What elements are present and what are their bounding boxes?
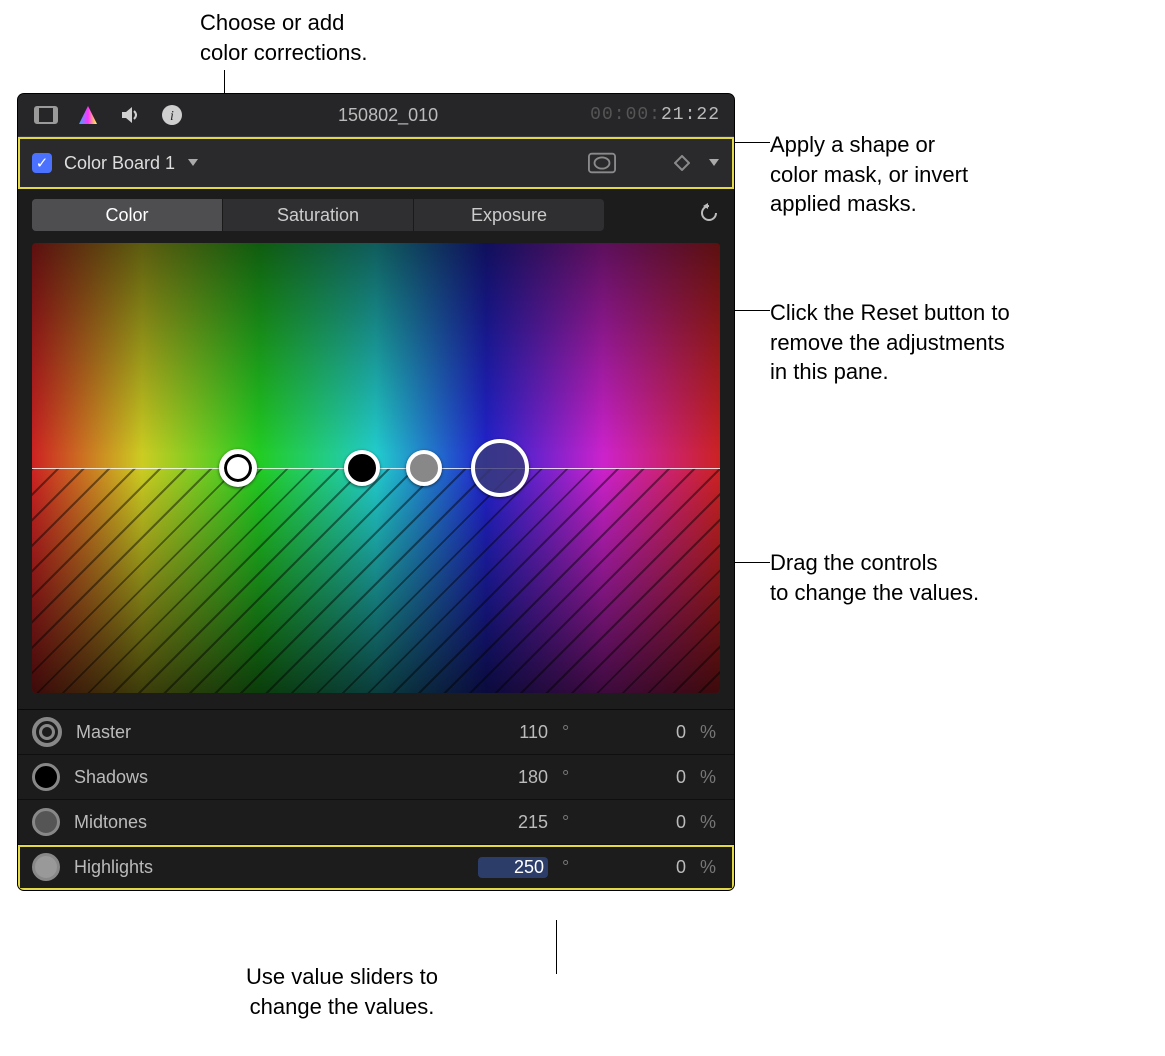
color-board-container <box>18 239 734 709</box>
adjustment-tabs: Color Saturation Exposure <box>32 199 604 231</box>
param-percent-value[interactable]: 0 <box>596 857 686 878</box>
reset-button[interactable] <box>698 202 720 229</box>
color-icon[interactable] <box>74 101 102 129</box>
puck-highlights[interactable] <box>471 439 529 497</box>
degree-unit: ° <box>562 767 582 788</box>
callout-line <box>556 920 557 974</box>
adjustment-tabs-row: Color Saturation Exposure <box>18 189 734 239</box>
correction-name[interactable]: Color Board 1 <box>64 153 175 174</box>
degree-unit: ° <box>562 722 582 743</box>
percent-unit: % <box>700 767 720 788</box>
param-row-master: Master 110 ° 0 % <box>18 710 734 755</box>
param-row-midtones: Midtones 215 ° 0 % <box>18 800 734 845</box>
param-degree-value[interactable]: 180 <box>478 767 548 788</box>
percent-unit: % <box>700 722 720 743</box>
param-label: Highlights <box>74 857 254 878</box>
callout-reset: Click the Reset button to remove the adj… <box>770 298 1010 387</box>
swatch-midtones-icon <box>32 808 60 836</box>
timecode-dim: 00:00: <box>590 105 661 125</box>
param-percent-value[interactable]: 0 <box>596 767 686 788</box>
clip-name: 150802_010 <box>200 105 576 126</box>
puck-midtones[interactable] <box>406 450 442 486</box>
mask-button[interactable] <box>588 149 616 177</box>
param-label: Midtones <box>74 812 254 833</box>
param-degree-value[interactable]: 110 <box>478 722 548 743</box>
checkmark-icon: ✓ <box>36 154 49 172</box>
tab-color[interactable]: Color <box>32 199 223 231</box>
swatch-highlights-icon <box>32 853 60 881</box>
param-label: Shadows <box>74 767 254 788</box>
chevron-down-icon[interactable] <box>187 156 199 170</box>
callout-pucks: Drag the controls to change the values. <box>770 548 979 607</box>
swatch-master-icon <box>32 717 62 747</box>
timecode: 00:00:21:22 <box>590 105 720 125</box>
color-board[interactable] <box>32 243 720 693</box>
tab-exposure[interactable]: Exposure <box>414 199 604 231</box>
correction-selector-row: ✓ Color Board 1 <box>18 137 734 189</box>
degree-unit: ° <box>562 812 582 833</box>
svg-text:i: i <box>170 109 174 124</box>
keyframe-diamond-icon[interactable] <box>668 149 696 177</box>
timecode-bright: 21:22 <box>661 105 720 125</box>
callout-top: Choose or add color corrections. <box>200 8 368 67</box>
param-list: Master 110 ° 0 % Shadows 180 ° 0 % Midto… <box>18 709 734 890</box>
degree-unit: ° <box>562 857 582 878</box>
percent-unit: % <box>700 857 720 878</box>
chevron-down-icon[interactable] <box>708 154 720 172</box>
video-icon[interactable] <box>32 101 60 129</box>
info-icon[interactable]: i <box>158 101 186 129</box>
callout-mask: Apply a shape or color mask, or invert a… <box>770 130 968 219</box>
param-percent-value[interactable]: 0 <box>596 812 686 833</box>
correction-enable-checkbox[interactable]: ✓ <box>32 153 52 173</box>
audio-icon[interactable] <box>116 101 144 129</box>
color-inspector-panel: i 150802_010 00:00:21:22 ✓ Color Board 1… <box>18 94 734 890</box>
tab-saturation[interactable]: Saturation <box>223 199 414 231</box>
callout-sliders: Use value sliders to change the values. <box>246 962 438 1021</box>
param-degree-value[interactable]: 250 <box>478 857 548 878</box>
inspector-header: i 150802_010 00:00:21:22 <box>18 94 734 137</box>
param-degree-value[interactable]: 215 <box>478 812 548 833</box>
swatch-shadows-icon <box>32 763 60 791</box>
puck-master[interactable] <box>219 449 257 487</box>
param-percent-value[interactable]: 0 <box>596 722 686 743</box>
puck-shadows[interactable] <box>344 450 380 486</box>
percent-unit: % <box>700 812 720 833</box>
param-row-highlights: Highlights 250 ° 0 % <box>18 845 734 890</box>
param-label: Master <box>76 722 256 743</box>
param-row-shadows: Shadows 180 ° 0 % <box>18 755 734 800</box>
